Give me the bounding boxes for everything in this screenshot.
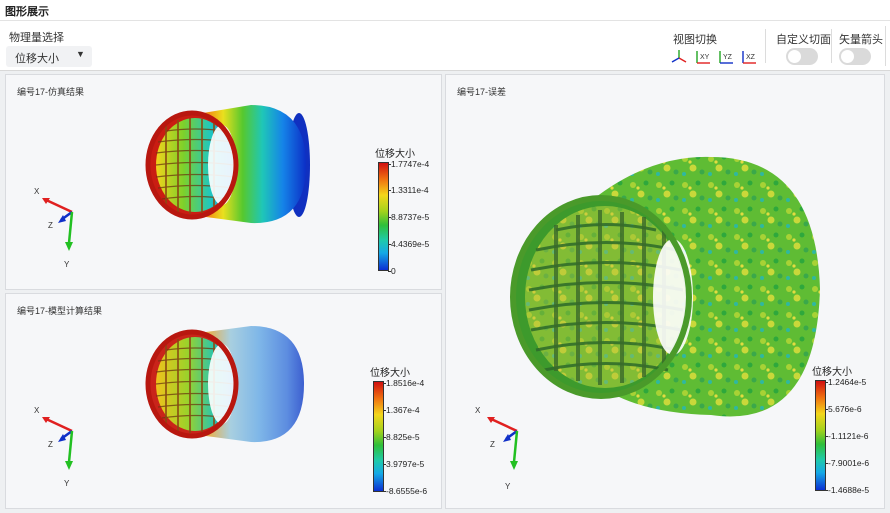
legend-title: 位移大小: [375, 149, 415, 160]
divider: [831, 29, 832, 63]
legend-tick: 1.8516e-4: [382, 378, 425, 388]
physical-quantity-value: 位移大小: [15, 53, 59, 65]
xy-view-label: XY: [700, 54, 710, 61]
legend-tick: 1.2464e-5: [824, 377, 867, 387]
legend-tick: 1.7747e-4: [387, 159, 430, 169]
legend-tick: -1.1121e-6: [824, 431, 869, 441]
legend-tick: -1.4688e-5: [824, 485, 870, 495]
axis-triad: X Z Y: [34, 187, 74, 269]
legend-title: 位移大小: [812, 367, 852, 378]
legend-tick: -7.9001e-6: [824, 458, 870, 468]
xz-view-label: XZ: [746, 54, 756, 61]
legend-tick: -8.6555e-6: [382, 486, 428, 496]
color-legend: 位移大小 1.8516e-4 1.367e-4 8.825e-5 3.9797e…: [370, 364, 440, 504]
y-axis-label: Y: [64, 479, 70, 488]
toggle-knob: [788, 50, 801, 63]
x-axis-label: X: [475, 406, 481, 415]
y-axis-label: Y: [505, 482, 511, 491]
custom-section-label: 自定义切面: [776, 34, 831, 46]
physical-quantity-select[interactable]: 位移大小 ▼: [6, 46, 92, 67]
error-panel[interactable]: 编号17-误差 X Z Y 位移大小 1.2464e-5 5.676e-6 -1…: [445, 74, 885, 509]
chevron-down-icon: ▼: [76, 49, 85, 59]
color-legend: 位移大小 1.7747e-4 1.3311e-4 8.8737e-5 4.436…: [375, 145, 441, 285]
legend-tick: 8.8737e-5: [387, 212, 430, 222]
cylinder-model: [510, 156, 820, 417]
x-axis-label: X: [34, 406, 40, 415]
title-bar: 图形展示: [0, 0, 890, 21]
legend-tick: 4.4369e-5: [387, 239, 430, 249]
yz-view-label: YZ: [723, 54, 733, 61]
legend-tick: 0: [388, 266, 396, 276]
view-switch-icons: XY YZ XZ: [671, 49, 759, 65]
legend-tick: 1.3311e-4: [388, 185, 429, 195]
vector-arrow-label: 矢量箭头: [839, 34, 883, 46]
axis-triad: X Z Y: [475, 406, 519, 491]
z-axis-label: Z: [48, 221, 53, 230]
x-axis-label: X: [34, 187, 40, 196]
xy-view-icon[interactable]: XY: [695, 49, 713, 65]
color-legend: 位移大小 1.2464e-5 5.676e-6 -1.1121e-6 -7.90…: [812, 363, 884, 503]
legend-tick: 1.367e-4: [383, 405, 420, 415]
toggle-knob: [841, 50, 854, 63]
legend-tick: 5.676e-6: [825, 404, 862, 414]
vector-arrow-toggle[interactable]: [839, 48, 871, 65]
divider: [765, 29, 766, 63]
legend-tick: 8.825e-5: [383, 432, 420, 442]
axis-triad: X Z Y: [34, 406, 74, 488]
custom-section-toggle[interactable]: [786, 48, 818, 65]
model-result-panel[interactable]: 编号17-模型计算结果 X Z Y 位移大小 1.8516e-4 1.367e-…: [5, 293, 442, 509]
physical-quantity-label: 物理量选择: [9, 32, 64, 44]
graphics-area: 编号17-仿真结果 X Z Y 位移大小 1.7747e-4 1.3311e-4…: [0, 70, 890, 513]
xz-view-icon[interactable]: XZ: [741, 49, 759, 65]
z-axis-label: Z: [48, 440, 53, 449]
yz-view-icon[interactable]: YZ: [718, 49, 736, 65]
scrollbar[interactable]: [885, 26, 890, 66]
z-axis-label: Z: [490, 440, 495, 449]
page-title: 图形展示: [5, 6, 49, 18]
iso-view-icon[interactable]: [671, 49, 689, 65]
y-axis-label: Y: [64, 260, 70, 269]
legend-tick: 3.9797e-5: [382, 459, 425, 469]
simulation-result-panel[interactable]: 编号17-仿真结果 X Z Y 位移大小 1.7747e-4 1.3311e-4…: [5, 74, 442, 290]
cylinder-model: [145, 105, 310, 224]
legend-title: 位移大小: [370, 368, 410, 379]
cylinder-model: [145, 326, 304, 443]
view-switch-label: 视图切换: [673, 34, 717, 46]
